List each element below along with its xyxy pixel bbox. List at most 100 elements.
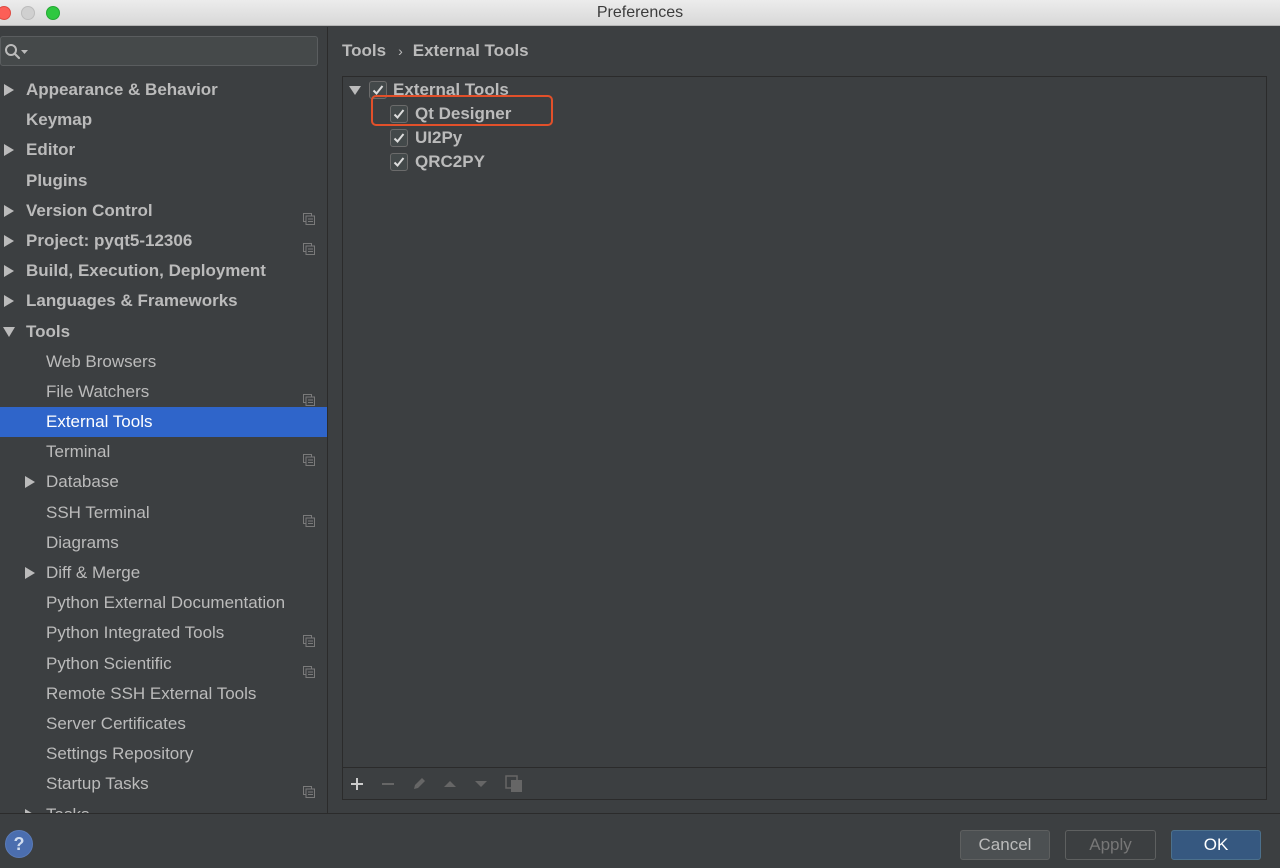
- copy-icon[interactable]: [504, 774, 524, 794]
- settings-sidebar: Appearance & Behavior Keymap Editor Plugins…: [0, 27, 328, 813]
- sidebar-item-version-control[interactable]: Version Control: [0, 196, 327, 226]
- sidebar-item-terminal[interactable]: Terminal: [0, 437, 327, 467]
- project-level-icon: [303, 205, 315, 225]
- sidebar-item-keymap[interactable]: Keymap: [0, 105, 327, 135]
- sidebar-item-label: SSH Terminal: [46, 502, 150, 522]
- move-down-icon[interactable]: [471, 774, 491, 794]
- sidebar-item-label: Plugins: [26, 170, 88, 190]
- sidebar-item-editor[interactable]: Editor: [0, 135, 327, 165]
- breadcrumb: Tools › External Tools: [342, 41, 529, 61]
- sidebar-item-startup-tasks[interactable]: Startup Tasks: [0, 769, 327, 799]
- sidebar-item-label: Diff & Merge: [46, 563, 141, 582]
- sidebar-item-label: Version Control: [26, 200, 153, 220]
- sidebar-item-label: Python Integrated Tools: [46, 623, 225, 643]
- sidebar-item-server-certificates[interactable]: Server Certificates: [0, 709, 327, 739]
- breadcrumb-parent[interactable]: Tools: [342, 41, 386, 60]
- sidebar-item-web-browsers[interactable]: Web Browsers: [0, 347, 327, 377]
- chevron-right-icon[interactable]: [24, 558, 36, 588]
- apply-button[interactable]: Apply: [1065, 830, 1156, 860]
- chevron-right-icon[interactable]: [24, 800, 36, 813]
- search-icon[interactable]: [3, 42, 31, 62]
- sidebar-item-languages-frameworks[interactable]: Languages & Frameworks: [0, 286, 327, 316]
- external-tools-tree: External Tools Qt Designer UI2Py QRC2PY: [343, 77, 1266, 767]
- sidebar-item-label: Tasks: [46, 800, 89, 814]
- sidebar-item-tools[interactable]: Tools: [0, 317, 327, 347]
- window-title: Preferences: [596, 4, 684, 21]
- project-level-icon: [303, 778, 315, 799]
- sidebar-item-database[interactable]: Database: [0, 467, 327, 497]
- sidebar-item-label: Python External Documentation: [46, 593, 286, 613]
- chevron-right-icon[interactable]: [3, 286, 15, 316]
- tool-item-checkbox[interactable]: [390, 153, 408, 171]
- sidebar-item-tasks[interactable]: Tasks: [0, 800, 327, 814]
- sidebar-item-label: Keymap: [26, 110, 93, 130]
- sidebar-item-label: Project: pyqt5-12306: [26, 230, 193, 250]
- settings-search-input[interactable]: [33, 40, 313, 62]
- project-level-icon: [303, 235, 315, 255]
- tool-item-label: UI2Py: [415, 128, 463, 147]
- sidebar-item-label: Server Certificates: [46, 713, 186, 733]
- chevron-right-icon[interactable]: [24, 467, 36, 497]
- sidebar-item-label: External Tools: [46, 412, 153, 432]
- sidebar-item-label: Remote SSH External Tools: [46, 683, 257, 703]
- tool-item-label: QRC2PY: [415, 152, 485, 171]
- sidebar-item-file-watchers[interactable]: File Watchers: [0, 377, 327, 407]
- sidebar-item-label: Editor: [26, 140, 76, 160]
- settings-search-box[interactable]: [0, 36, 318, 66]
- sidebar-item-label: Build, Execution, Deployment: [26, 261, 266, 281]
- sidebar-item-ssh-terminal[interactable]: SSH Terminal: [0, 498, 327, 528]
- sidebar-item-project[interactable]: Project: pyqt5-12306: [0, 226, 327, 256]
- sidebar-item-python-external-documentation[interactable]: Python External Documentation: [0, 588, 327, 618]
- cancel-button[interactable]: Cancel: [960, 830, 1050, 860]
- sidebar-item-label: Tools: [26, 321, 71, 341]
- sidebar-item-settings-repository[interactable]: Settings Repository: [0, 739, 327, 769]
- move-up-icon[interactable]: [440, 774, 460, 794]
- chevron-right-icon[interactable]: [3, 75, 15, 105]
- sidebar-item-label: Web Browsers: [46, 351, 157, 371]
- project-level-icon: [303, 627, 315, 648]
- chevron-right-icon[interactable]: [3, 226, 15, 256]
- remove-icon[interactable]: [378, 774, 398, 794]
- sidebar-item-python-integrated-tools[interactable]: Python Integrated Tools: [0, 618, 327, 648]
- sidebar-item-label: Appearance & Behavior: [26, 80, 218, 99]
- dialog-footer: ? Cancel Apply OK: [0, 813, 1280, 868]
- sidebar-item-label: Diagrams: [46, 532, 119, 552]
- breadcrumb-separator: ›: [398, 43, 403, 59]
- project-level-icon: [303, 446, 315, 467]
- sidebar-item-label: Startup Tasks: [46, 774, 149, 794]
- sidebar-item-label: File Watchers: [46, 381, 150, 401]
- settings-tree: Appearance & Behavior Keymap Editor Plugins…: [0, 75, 327, 814]
- add-icon[interactable]: [347, 774, 367, 794]
- sidebar-item-label: Python Scientific: [46, 653, 172, 673]
- sidebar-item-label: Settings Repository: [46, 744, 194, 764]
- sidebar-item-build-execution-deployment[interactable]: Build, Execution, Deployment: [0, 256, 327, 286]
- chevron-right-icon[interactable]: [3, 196, 15, 226]
- chevron-down-icon[interactable]: [349, 78, 361, 102]
- sidebar-item-label: Database: [46, 472, 119, 492]
- tools-toolbar: [343, 767, 1266, 799]
- sidebar-item-external-tools[interactable]: External Tools: [0, 407, 327, 438]
- sidebar-item-remote-ssh-external-tools[interactable]: Remote SSH External Tools: [0, 679, 327, 709]
- tool-item-checkbox[interactable]: [390, 129, 408, 147]
- main-panel: Tools › External Tools External Tools Qt D…: [329, 27, 1280, 813]
- sidebar-item-label: Languages & Frameworks: [26, 291, 238, 311]
- project-level-icon: [303, 658, 315, 678]
- help-button[interactable]: ?: [5, 830, 33, 858]
- sidebar-item-diff-merge[interactable]: Diff & Merge: [0, 558, 327, 588]
- highlight-annotation-box: [371, 95, 553, 126]
- project-level-icon: [303, 386, 315, 406]
- edit-icon[interactable]: [409, 774, 429, 794]
- ok-button[interactable]: OK: [1171, 830, 1261, 860]
- sidebar-item-plugins[interactable]: Plugins: [0, 166, 327, 196]
- breadcrumb-current: External Tools: [412, 41, 529, 60]
- sidebar-item-appearance-behavior[interactable]: Appearance & Behavior: [0, 75, 327, 105]
- sidebar-item-python-scientific[interactable]: Python Scientific: [0, 649, 327, 679]
- chevron-right-icon[interactable]: [3, 256, 15, 286]
- preferences-window: Preferences Appearance & Behavior Keymap E…: [0, 0, 1280, 868]
- chevron-down-icon[interactable]: [3, 317, 15, 347]
- sidebar-item-label: Terminal: [46, 442, 111, 462]
- chevron-right-icon[interactable]: [3, 135, 15, 165]
- title-bar: Preferences: [0, 0, 1280, 26]
- project-level-icon: [303, 507, 315, 527]
- sidebar-item-diagrams[interactable]: Diagrams: [0, 528, 327, 558]
